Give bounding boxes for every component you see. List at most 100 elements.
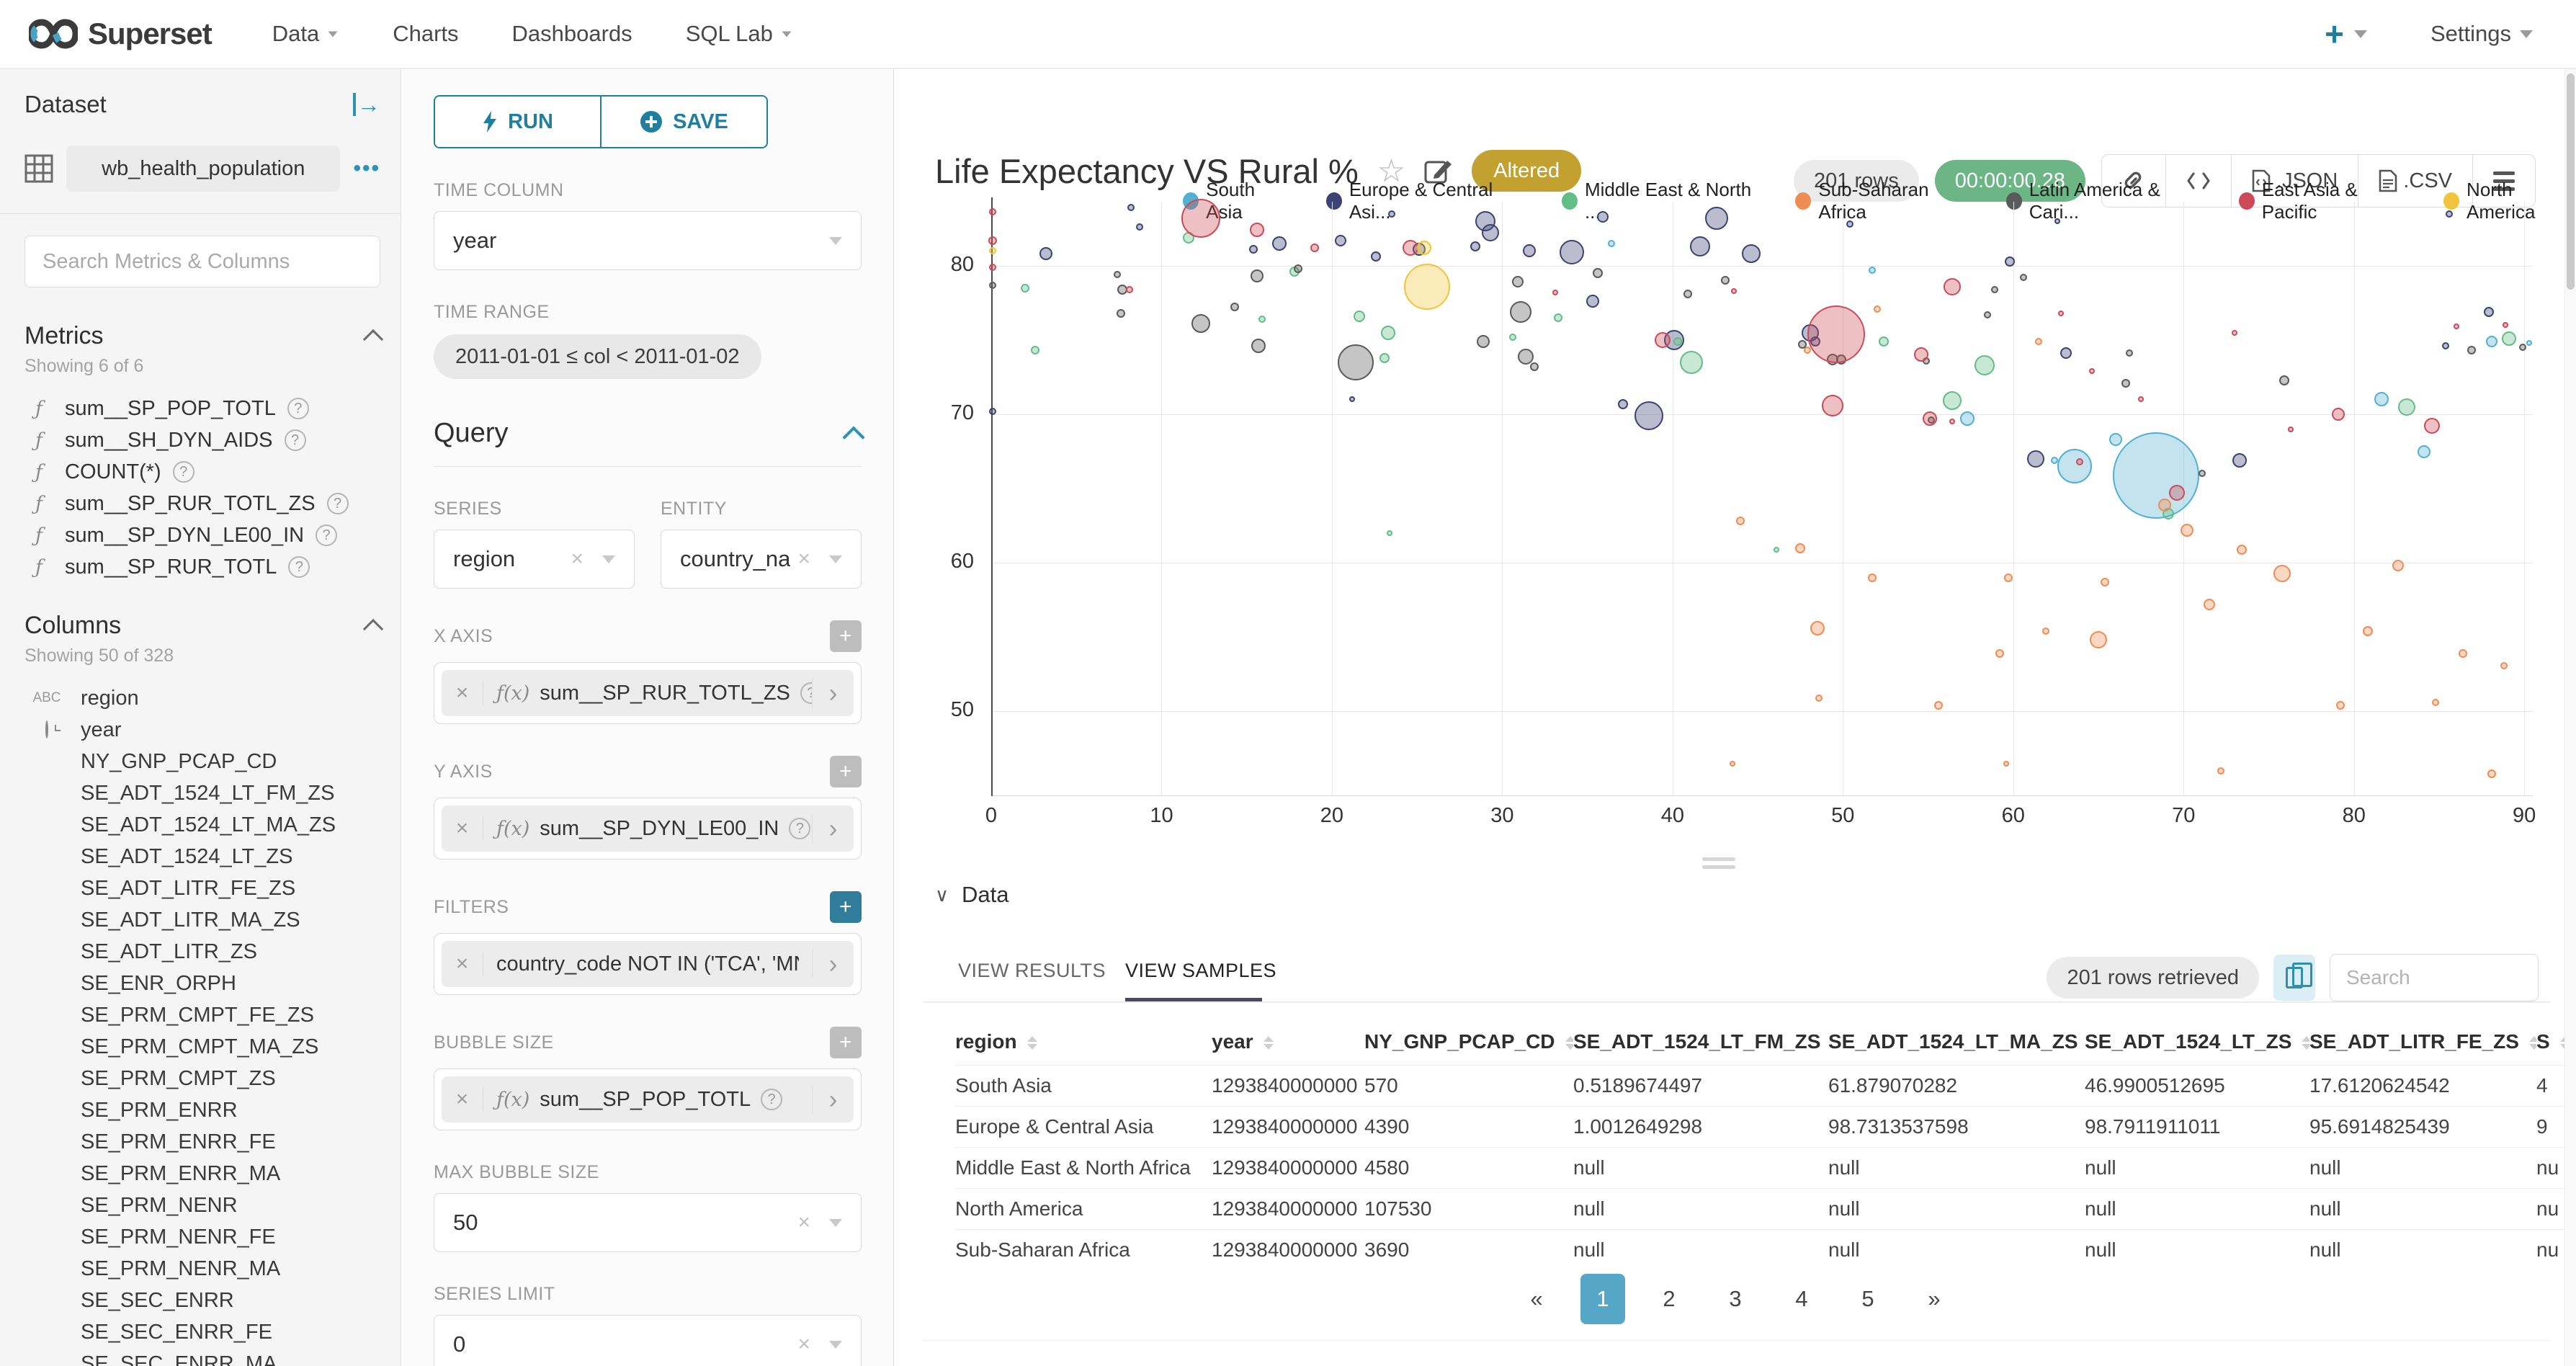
column-item[interactable]: SE_PRM_NENR <box>24 1189 380 1221</box>
data-bubble[interactable] <box>2113 432 2199 519</box>
data-bubble[interactable] <box>2279 375 2289 385</box>
column-item[interactable]: NY_GNP_PCAP_CD <box>24 746 380 777</box>
column-item[interactable]: SE_SEC_ENRR_MA <box>24 1348 380 1366</box>
table-column-header[interactable]: SE_ADT_LITR_FE_ZS <box>2309 1019 2536 1065</box>
data-bubble[interactable] <box>2204 599 2215 610</box>
data-bubble[interactable] <box>989 282 996 289</box>
data-bubble[interactable] <box>1509 334 1516 341</box>
data-bubble[interactable] <box>2158 499 2171 512</box>
table-column-header[interactable]: year <box>1212 1019 1364 1065</box>
time-range-pill[interactable]: 2011-01-01 ≤ col < 2011-01-02 <box>434 334 761 379</box>
data-bubble[interactable] <box>1680 351 1703 374</box>
data-bubble[interactable] <box>1634 401 1663 430</box>
page-button-4[interactable]: 4 <box>1779 1274 1824 1324</box>
data-bubble[interactable] <box>2051 457 2058 464</box>
data-bubble[interactable] <box>2121 379 2130 388</box>
data-bubble[interactable] <box>2199 470 2206 477</box>
data-bubble[interactable] <box>1795 543 1805 553</box>
data-bubble[interactable] <box>1552 290 1558 295</box>
collapse-panel-icon[interactable]: ← <box>353 93 380 116</box>
data-bubble[interactable] <box>2398 398 2415 416</box>
column-item[interactable]: ABCregion <box>24 682 380 714</box>
data-bubble[interactable] <box>989 264 996 271</box>
column-item[interactable]: SE_PRM_ENRR_FE <box>24 1126 380 1158</box>
data-bubble[interactable] <box>1874 305 1881 313</box>
dataset-name[interactable]: wb_health_population <box>66 146 340 192</box>
data-bubble[interactable] <box>1683 290 1692 298</box>
column-item[interactable]: SE_PRM_NENR_FE <box>24 1221 380 1253</box>
scrollbar-thumb[interactable] <box>2567 73 2575 290</box>
data-bubble[interactable] <box>2503 322 2508 328</box>
data-bubble[interactable] <box>1381 326 1395 340</box>
data-bubble[interactable] <box>1310 244 1319 252</box>
data-bubble[interactable] <box>1417 241 1431 255</box>
data-bubble[interactable] <box>2089 368 2095 374</box>
data-bubble[interactable] <box>1673 337 1682 346</box>
data-bubble[interactable] <box>2058 311 2064 316</box>
remove-icon[interactable]: × <box>442 952 483 976</box>
data-bubble[interactable] <box>2273 565 2291 582</box>
table-column-header[interactable]: SE_ADT_1524_LT_MA_ZS <box>1828 1019 2085 1065</box>
add-y-axis-button[interactable]: + <box>830 756 862 787</box>
data-bubble[interactable] <box>2004 573 2013 582</box>
metric-item[interactable]: ƒsum__SH_DYN_AIDS? <box>24 424 380 456</box>
data-bubble[interactable] <box>2336 701 2345 710</box>
data-bubble[interactable] <box>1039 247 1052 260</box>
metric-item[interactable]: ƒsum__SP_POP_TOTL? <box>24 393 380 424</box>
column-item[interactable]: SE_PRM_ENRR <box>24 1094 380 1126</box>
data-bubble[interactable] <box>1731 288 1737 294</box>
save-button[interactable]: SAVE <box>601 95 768 148</box>
data-bubble[interactable] <box>2424 418 2440 434</box>
collapse-metrics-icon[interactable] <box>363 329 383 349</box>
window-scrollbar[interactable] <box>2564 69 2576 1366</box>
page-button-«[interactable]: « <box>1514 1274 1559 1324</box>
data-bubble[interactable] <box>2459 649 2467 658</box>
data-bubble[interactable] <box>2054 218 2060 224</box>
data-bubble[interactable] <box>1869 267 1876 274</box>
data-bubble[interactable] <box>1251 339 1266 353</box>
remove-icon[interactable]: × <box>442 816 483 841</box>
data-bubble[interactable] <box>2363 626 2373 636</box>
run-button[interactable]: RUN <box>434 95 601 148</box>
data-bubble[interactable] <box>1742 244 1761 263</box>
y-axis-field[interactable]: × ƒ(x) sum__SP_DYN_LE00_IN ? › <box>434 798 862 860</box>
data-bubble[interactable] <box>1470 241 1480 251</box>
data-bubble[interactable] <box>1523 244 1536 257</box>
data-bubble[interactable] <box>1949 419 1955 424</box>
data-bubble[interactable] <box>2486 336 2497 347</box>
data-bubble[interactable] <box>1879 336 1889 347</box>
data-bubble[interactable] <box>1868 573 1877 582</box>
table-column-header[interactable]: SE_ADT_1524_LT_FM_ZS <box>1573 1019 1828 1065</box>
series-limit-select[interactable]: 0 × <box>434 1315 862 1366</box>
data-bubble[interactable] <box>2003 761 2009 767</box>
column-item[interactable]: SE_ADT_LITR_FE_ZS <box>24 872 380 904</box>
metric-item[interactable]: ƒsum__SP_RUR_TOTL_ZS? <box>24 488 380 519</box>
data-bubble[interactable] <box>2042 628 2049 635</box>
data-bubble[interactable] <box>2374 392 2389 406</box>
data-bubble[interactable] <box>1721 276 1730 285</box>
data-bubble[interactable] <box>2109 433 2122 446</box>
data-bubble[interactable] <box>1984 311 1991 318</box>
column-item[interactable]: SE_ADT_1524_LT_MA_ZS <box>24 809 380 841</box>
data-bubble[interactable] <box>2057 449 2092 483</box>
data-bubble[interactable] <box>1608 240 1615 247</box>
column-item[interactable]: SE_ADT_1524_LT_FM_ZS <box>24 777 380 809</box>
clear-icon[interactable]: × <box>571 547 583 571</box>
data-bubble[interactable] <box>1117 309 1125 318</box>
page-button-5[interactable]: 5 <box>1846 1274 1890 1324</box>
metric-item[interactable]: ƒsum__SP_RUR_TOTL? <box>24 551 380 583</box>
data-bubble[interactable] <box>2181 524 2193 537</box>
data-bubble[interactable] <box>2418 445 2430 458</box>
data-bubble[interactable] <box>1593 268 1603 278</box>
data-bubble[interactable] <box>1736 517 1745 525</box>
data-bubble[interactable] <box>2454 323 2459 329</box>
data-bubble[interactable] <box>1934 701 1943 710</box>
data-bubble[interactable] <box>2126 349 2133 357</box>
expand-icon[interactable]: › <box>812 678 854 708</box>
add-bubble-size-button[interactable]: + <box>830 1027 862 1058</box>
data-bubble[interactable] <box>2076 458 2083 465</box>
data-bubble[interactable] <box>2500 662 2508 669</box>
data-bubble[interactable] <box>1943 391 1962 410</box>
add-new-button[interactable]: + <box>2325 17 2367 50</box>
data-bubble[interactable] <box>1338 344 1374 380</box>
